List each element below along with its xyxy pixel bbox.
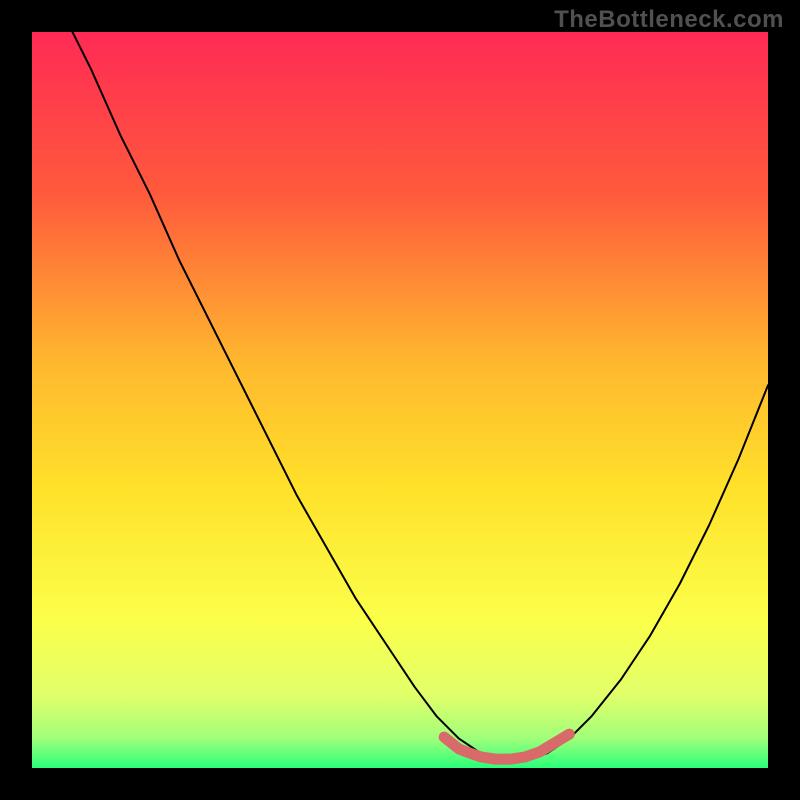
plot-svg bbox=[32, 32, 768, 768]
plot-area bbox=[32, 32, 768, 768]
bottleneck-chart: TheBottleneck.com bbox=[0, 0, 800, 800]
watermark-text: TheBottleneck.com bbox=[554, 6, 784, 34]
gradient-background bbox=[32, 32, 768, 768]
